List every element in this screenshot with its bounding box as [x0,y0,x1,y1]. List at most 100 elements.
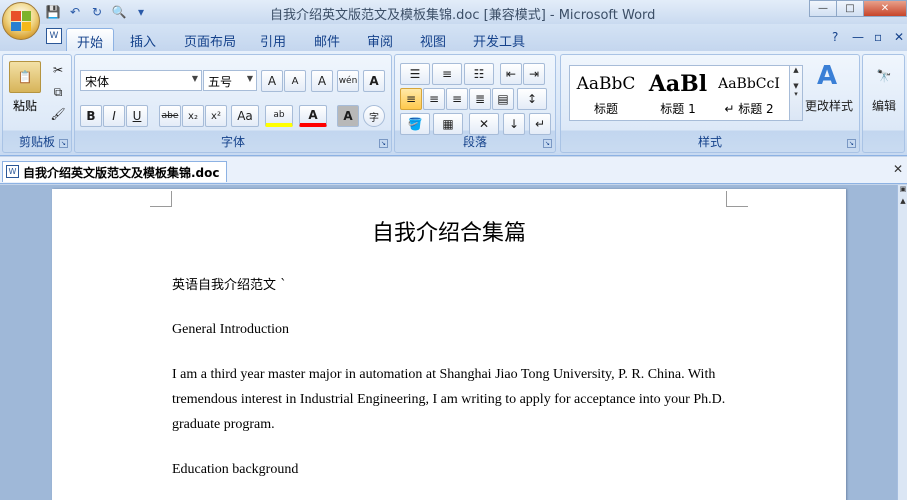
save-icon[interactable]: 💾 [44,3,62,21]
justify-icon[interactable]: ≣ [469,88,491,110]
change-styles-icon[interactable]: A [807,61,847,91]
align-right-icon[interactable]: ≡ [446,88,468,110]
character-border-button[interactable]: A [363,70,385,92]
numbering-icon[interactable]: ≡ [432,63,462,85]
italic-button[interactable]: I [103,105,125,127]
ruler-toggle-icon[interactable]: ▣ [898,185,907,197]
tab-view[interactable]: 视图 [410,28,456,51]
styles-launcher-icon[interactable]: ↘ [847,139,856,148]
font-size-combo[interactable]: 五号 ▼ [203,70,257,91]
bold-button[interactable]: B [80,105,102,127]
highlight-button[interactable]: ab [265,105,293,127]
font-launcher-icon[interactable]: ↘ [379,139,388,148]
editing-button[interactable]: 编辑 [865,97,903,113]
distributed-icon[interactable]: ▤ [492,88,514,110]
style-heading-1-label: 标题 1 [660,102,696,116]
paste-button[interactable]: 粘贴 [7,97,43,113]
editing-group: 🔭 编辑 [862,54,905,153]
multilevel-list-icon[interactable]: ☷ [464,63,494,85]
ribbon: 📋 粘贴 ✂ ⧉ 🖌 剪贴板 ↘ 宋体 ▼ 五号 ▼ A A A wén A B… [0,51,907,156]
font-name-value: 宋体 [85,75,110,89]
style-heading-2-label: ↵ 标题 2 [724,102,774,116]
office-logo-icon [11,11,31,31]
change-case-button[interactable]: Aa [231,105,259,127]
cut-icon[interactable]: ✂ [49,61,67,79]
paste-icon[interactable]: 📋 [9,61,41,93]
scroll-up-icon[interactable]: ▲ [898,197,907,209]
style-title[interactable]: AaBbC 标题 [572,68,640,118]
close-icon[interactable]: ✕ [893,162,903,176]
styles-gallery: AaBbC 标题 AaBl 标题 1 AaBbCcI ↵ 标题 2 [569,65,801,121]
increase-indent-icon[interactable]: ⇥ [523,63,545,85]
paragraph-group: ☰ ≡ ☷ ⇤ ⇥ ≡ ≡ ≡ ≣ ▤ ↕ 🪣 ▦ ✕ ↓ ↵ 段落 ↘ [394,54,556,153]
ribbon-minimize-icon[interactable]: — [852,30,864,44]
minimize-button[interactable]: — [809,0,837,17]
shrink-font-button[interactable]: A [284,70,306,92]
paragraph-3: I am a third year master major in automa… [172,367,726,432]
underline-button[interactable]: U [126,105,148,127]
office-button[interactable] [2,2,40,40]
tab-developer[interactable]: 开发工具 [463,28,535,51]
tab-page-layout[interactable]: 页面布局 [174,28,246,51]
tab-mailings[interactable]: 邮件 [304,28,350,51]
tab-references[interactable]: 引用 [250,28,296,51]
paragraph-launcher-icon[interactable]: ↘ [543,139,552,148]
clipboard-launcher-icon[interactable]: ↘ [59,139,68,148]
ribbon-restore-icon[interactable]: ▫ [874,30,882,44]
borders-icon[interactable]: ▦ [433,113,463,135]
subscript-button[interactable]: x₂ [182,105,204,127]
style-title-label: 标题 [593,102,618,116]
format-painter-icon[interactable]: 🖌 [49,105,67,123]
word-doc-icon: W [46,28,62,44]
customize-qat-icon[interactable]: ▾ [132,3,150,21]
tab-review[interactable]: 审阅 [357,28,403,51]
redo-icon[interactable]: ↻ [88,3,106,21]
decrease-indent-icon[interactable]: ⇤ [500,63,522,85]
style-heading-2[interactable]: AaBbCcI ↵ 标题 2 [716,68,782,118]
strikethrough-button[interactable]: abe [159,105,181,127]
font-color-button[interactable]: A [299,105,327,127]
print-preview-icon[interactable]: 🔍 [110,3,128,21]
tab-insert[interactable]: 插入 [120,28,166,51]
tab-home[interactable]: 开始 [66,28,115,51]
chevron-down-icon: ▼ [246,74,253,83]
crop-mark-top-left [150,191,172,207]
font-size-value: 五号 [208,75,233,89]
document-page[interactable]: 自我介绍合集篇 英语自我介绍范文 ` General Introduction … [52,189,846,500]
bullets-icon[interactable]: ☰ [400,63,430,85]
copy-icon[interactable]: ⧉ [49,83,67,101]
clipboard-group: 📋 粘贴 ✂ ⧉ 🖌 剪贴板 ↘ [2,54,72,153]
window-controls: — □ ✕ [809,0,907,18]
show-marks-icon[interactable]: ↵ [529,113,551,135]
document-tab[interactable]: W 自我介绍英文版范文及模板集锦.doc [2,161,227,182]
line-spacing-icon[interactable]: ↕ [517,88,547,110]
font-name-combo[interactable]: 宋体 ▼ [80,70,202,91]
ribbon-tabs: 开始 插入 页面布局 引用 邮件 审阅 视图 开发工具 [0,24,907,51]
help-icon[interactable]: ? [832,30,838,44]
style-title-sample: AaBbC [576,74,636,94]
style-heading-1[interactable]: AaBl 标题 1 [644,68,712,118]
document-title: 自我介绍合集篇 [371,221,526,246]
align-left-icon[interactable]: ≡ [400,88,422,110]
phonetic-guide-button[interactable]: wén [337,70,359,92]
asian-layout-icon[interactable]: ✕ [469,113,499,135]
sort-icon[interactable]: ↓ [503,113,525,135]
superscript-button[interactable]: x² [205,105,227,127]
maximize-button[interactable]: □ [836,0,864,17]
vertical-scrollbar[interactable]: ▣ ▲ [897,185,907,500]
word-doc-icon: W [6,165,19,178]
document-area: 自我介绍合集篇 英语自我介绍范文 ` General Introduction … [0,185,897,500]
change-styles-button[interactable]: 更改样式 [801,97,857,113]
character-shading-button[interactable]: A [337,105,359,127]
grow-font-button[interactable]: A [261,70,283,92]
binoculars-icon[interactable]: 🔭 [871,63,897,89]
close-button[interactable]: ✕ [863,0,907,17]
ribbon-close-icon[interactable]: ✕ [894,30,904,44]
clear-formatting-button[interactable]: A [311,70,333,92]
align-center-icon[interactable]: ≡ [423,88,445,110]
document-tab-label: 自我介绍英文版范文及模板集锦.doc [23,166,220,180]
undo-icon[interactable]: ↶ [66,3,84,21]
enclose-characters-button[interactable]: 字 [363,105,385,127]
paragraph-2: General Introduction [172,322,290,337]
shading-icon[interactable]: 🪣 [400,113,430,135]
